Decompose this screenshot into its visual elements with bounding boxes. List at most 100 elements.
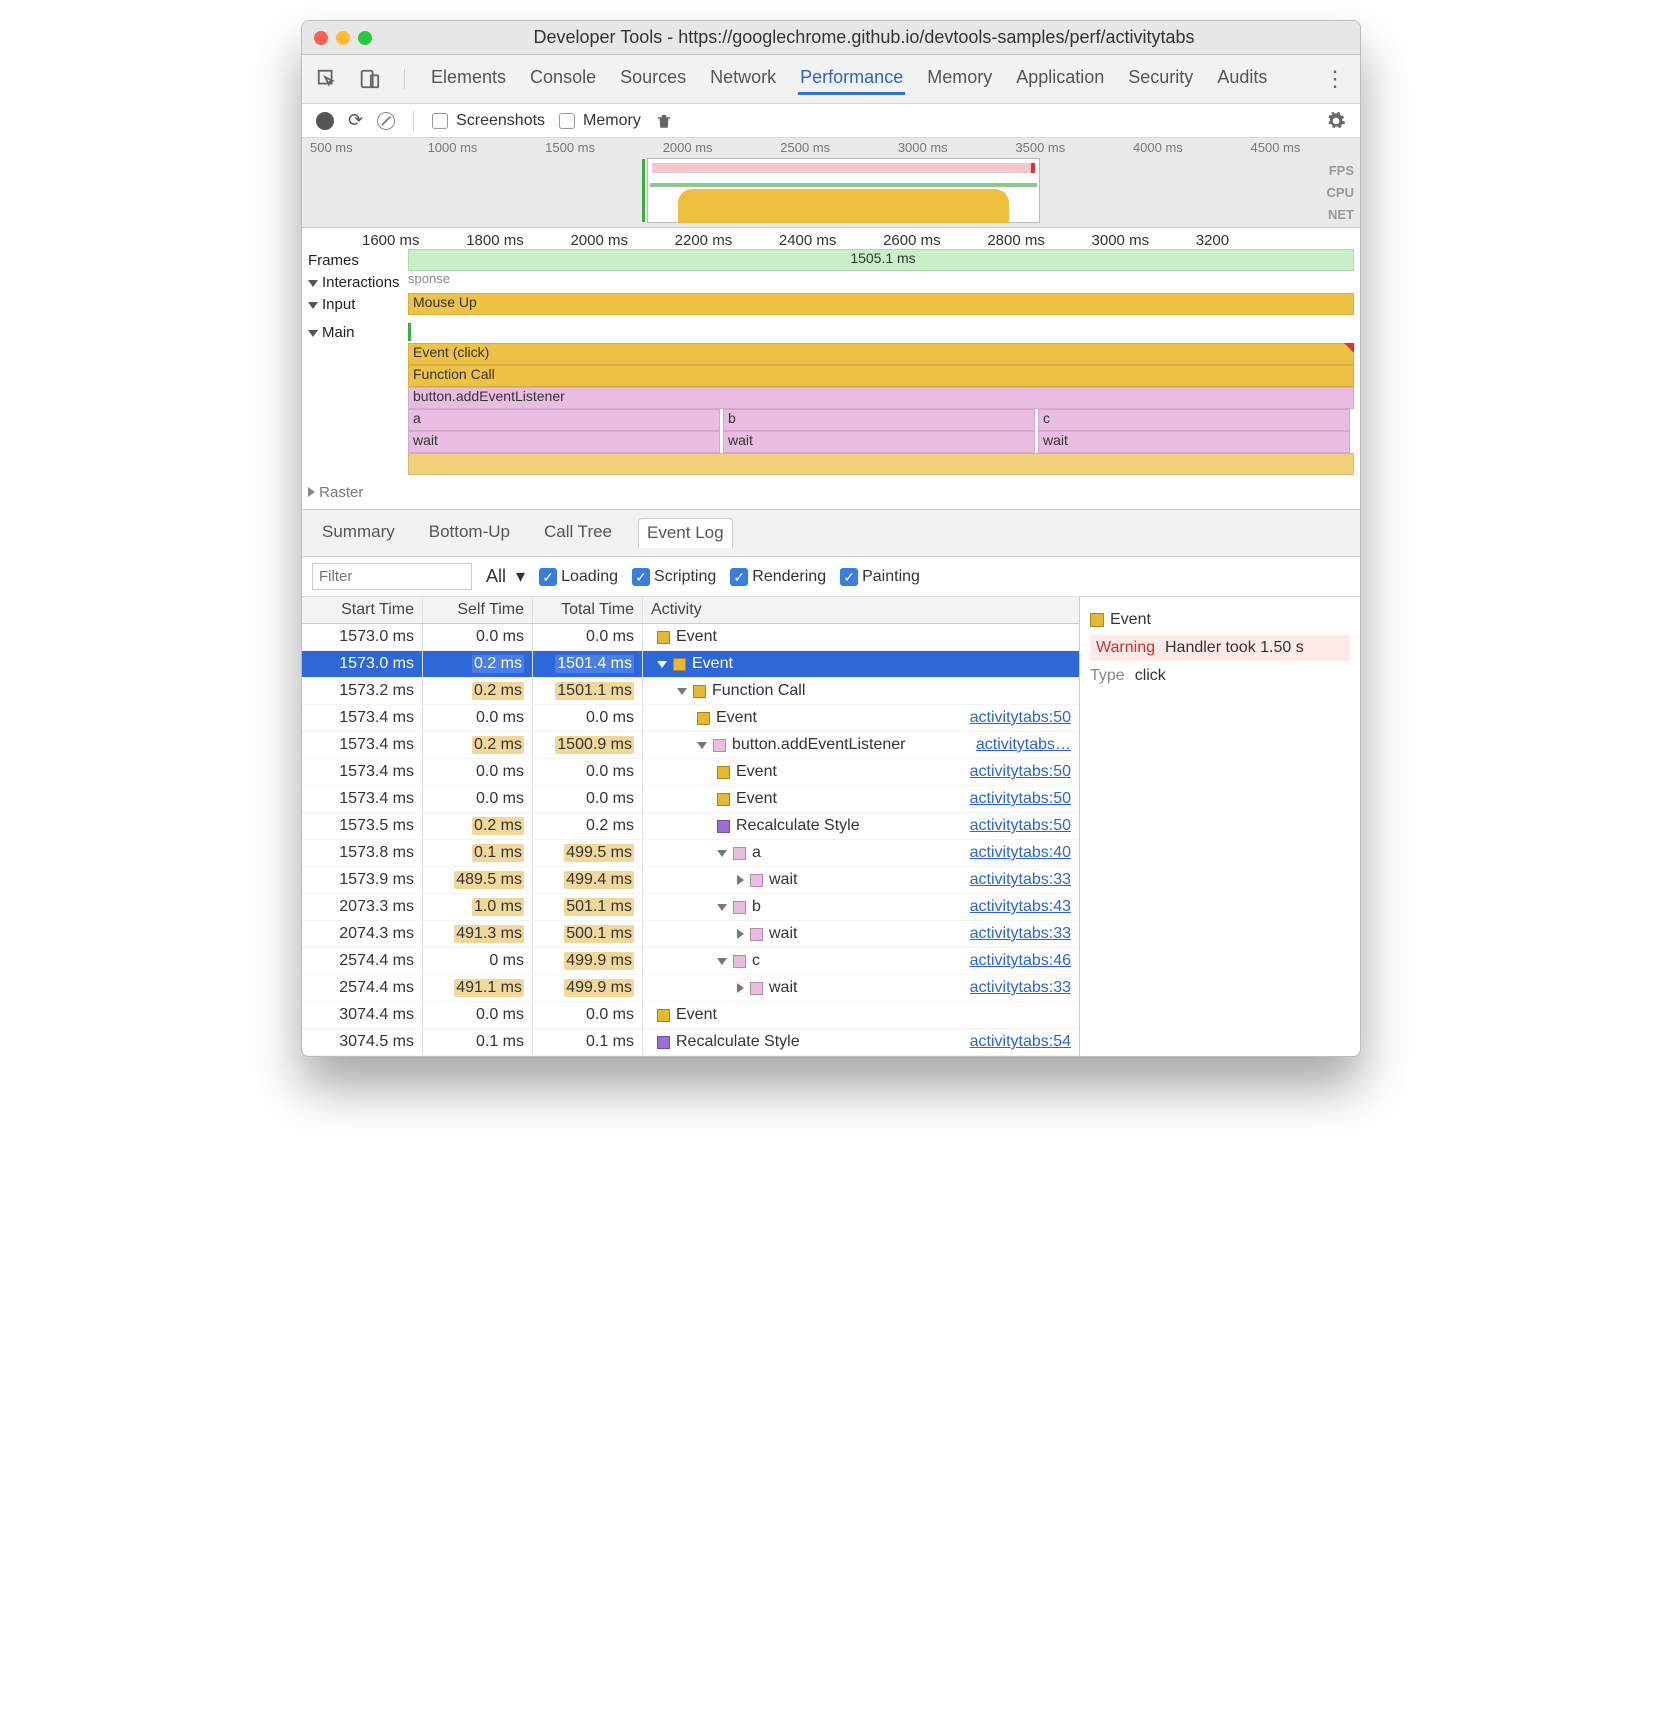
source-link[interactable]: activitytabs:40 — [970, 844, 1071, 861]
timeline-tick: 3000 ms — [1092, 232, 1196, 249]
tab-memory[interactable]: Memory — [925, 63, 994, 95]
wait-bar[interactable]: wait — [1038, 431, 1350, 453]
filter-bar: All ▾ ✓Loading ✓Scripting ✓Rendering ✓Paint… — [302, 557, 1360, 597]
log-row[interactable]: 2574.4 ms0 ms499.9 ms cactivitytabs:46 — [302, 948, 1079, 975]
kebab-menu-icon[interactable]: ⋮ — [1324, 66, 1346, 92]
detail-tab-bottom-up[interactable]: Bottom-Up — [421, 518, 518, 548]
timeline-tick: 2000 ms — [570, 232, 674, 249]
col-total-header[interactable]: Total Time — [532, 597, 642, 623]
overview-selection[interactable] — [647, 158, 1040, 223]
clear-button[interactable] — [377, 112, 395, 130]
log-row[interactable]: 2574.4 ms491.1 ms499.9 ms waitactivityta… — [302, 975, 1079, 1002]
detail-tab-summary[interactable]: Summary — [314, 518, 403, 548]
source-link[interactable]: activitytabs… — [976, 736, 1071, 753]
log-row[interactable]: 1573.4 ms0.0 ms0.0 ms Eventactivitytabs:… — [302, 786, 1079, 813]
flame-chart[interactable]: Frames 1505.1 ms Interactions sponse Inp… — [302, 249, 1360, 510]
trash-icon[interactable] — [655, 112, 673, 130]
overview-cpu-fill — [678, 189, 1009, 223]
input-track-label[interactable]: Input — [308, 296, 408, 313]
frame-bar[interactable]: 1505.1 ms — [408, 249, 1354, 271]
event-click-bar[interactable]: Event (click) — [408, 343, 1354, 365]
source-link[interactable]: activitytabs:46 — [970, 952, 1071, 969]
settings-gear-icon[interactable] — [1326, 111, 1346, 131]
log-row[interactable]: 1573.4 ms0.0 ms0.0 ms Eventactivitytabs:… — [302, 705, 1079, 732]
interactions-track-label[interactable]: Interactions — [308, 274, 408, 291]
detail-tab-call-tree[interactable]: Call Tree — [536, 518, 620, 548]
log-row[interactable]: 3074.5 ms0.1 ms0.1 ms Recalculate Stylea… — [302, 1029, 1079, 1056]
col-self-header[interactable]: Self Time — [422, 597, 532, 623]
tab-security[interactable]: Security — [1126, 63, 1195, 95]
tab-network[interactable]: Network — [708, 63, 778, 95]
function-call-bar[interactable]: Function Call — [408, 365, 1354, 387]
record-button[interactable] — [316, 112, 334, 130]
filter-rendering-checkbox[interactable]: ✓Rendering — [730, 568, 826, 586]
wait-bar[interactable]: wait — [408, 431, 720, 453]
overview-tick: 4500 ms — [1243, 140, 1361, 155]
filter-input[interactable] — [312, 563, 472, 590]
add-listener-bar[interactable]: button.addEventListener — [408, 387, 1354, 409]
log-row[interactable]: 1573.0 ms0.0 ms0.0 ms Event — [302, 624, 1079, 651]
log-row[interactable]: 1573.0 ms0.2 ms1501.4 ms Event — [302, 651, 1079, 678]
event-details-pane: Event WarningHandler took 1.50 s Typecli… — [1080, 597, 1360, 1056]
overview-minimap[interactable]: 500 ms1000 ms1500 ms2000 ms2500 ms3000 m… — [302, 138, 1360, 228]
source-link[interactable]: activitytabs:33 — [970, 871, 1071, 888]
titlebar: Developer Tools - https://googlechrome.g… — [302, 21, 1360, 55]
tab-audits[interactable]: Audits — [1215, 63, 1269, 95]
window-title: Developer Tools - https://googlechrome.g… — [380, 27, 1348, 48]
tab-sources[interactable]: Sources — [618, 63, 688, 95]
divider — [413, 111, 414, 131]
tab-elements[interactable]: Elements — [429, 63, 508, 95]
source-link[interactable]: activitytabs:33 — [970, 925, 1071, 942]
input-bar[interactable]: Mouse Up — [408, 293, 1354, 315]
warning-text: Handler took 1.50 s — [1165, 639, 1304, 656]
filter-scripting-checkbox[interactable]: ✓Scripting — [632, 568, 716, 586]
event-color-swatch — [1090, 613, 1104, 627]
devtools-window: Developer Tools - https://googlechrome.g… — [301, 20, 1361, 1057]
col-activity-header[interactable]: Activity — [642, 597, 1079, 623]
event-log-table[interactable]: Start Time Self Time Total Time Activity… — [302, 597, 1080, 1056]
source-link[interactable]: activitytabs:50 — [970, 790, 1071, 807]
fn-c-bar[interactable]: c — [1038, 409, 1350, 431]
tab-application[interactable]: Application — [1014, 63, 1106, 95]
log-row[interactable]: 1573.9 ms489.5 ms499.4 ms waitactivityta… — [302, 867, 1079, 894]
source-link[interactable]: activitytabs:33 — [970, 979, 1071, 996]
log-row[interactable]: 1573.4 ms0.0 ms0.0 ms Eventactivitytabs:… — [302, 759, 1079, 786]
filter-painting-checkbox[interactable]: ✓Painting — [840, 568, 920, 586]
reload-button[interactable]: ⟳ — [348, 110, 363, 131]
overview-metric-label: NET — [1327, 204, 1354, 226]
log-row[interactable]: 1573.2 ms0.2 ms1501.1 ms Function Call — [302, 678, 1079, 705]
overview-metric-label: FPS — [1327, 160, 1354, 182]
overview-tick: 2000 ms — [655, 140, 773, 155]
source-link[interactable]: activitytabs:50 — [970, 709, 1071, 726]
category-all-dropdown[interactable]: All ▾ — [486, 566, 525, 587]
raster-track-label[interactable]: Raster — [308, 484, 408, 501]
traffic-minimize[interactable] — [336, 31, 350, 45]
log-row[interactable]: 1573.8 ms0.1 ms499.5 ms aactivitytabs:40 — [302, 840, 1079, 867]
detail-tab-event-log[interactable]: Event Log — [638, 518, 733, 548]
log-row[interactable]: 1573.5 ms0.2 ms0.2 ms Recalculate Stylea… — [302, 813, 1079, 840]
fn-b-bar[interactable]: b — [723, 409, 1035, 431]
inspect-icon[interactable] — [316, 68, 338, 90]
traffic-close[interactable] — [314, 31, 328, 45]
warning-label: Warning — [1096, 639, 1155, 656]
wait-bar[interactable]: wait — [723, 431, 1035, 453]
memory-checkbox[interactable]: Memory — [559, 112, 641, 130]
minor-gc-bar[interactable] — [408, 453, 1354, 475]
tab-console[interactable]: Console — [528, 63, 598, 95]
source-link[interactable]: activitytabs:54 — [970, 1033, 1071, 1050]
device-icon[interactable] — [358, 68, 380, 90]
fn-a-bar[interactable]: a — [408, 409, 720, 431]
main-track-label[interactable]: Main — [308, 324, 408, 341]
traffic-maximize[interactable] — [358, 31, 372, 45]
source-link[interactable]: activitytabs:50 — [970, 817, 1071, 834]
col-start-header[interactable]: Start Time — [302, 597, 422, 623]
log-row[interactable]: 3074.4 ms0.0 ms0.0 ms Event — [302, 1002, 1079, 1029]
tab-performance[interactable]: Performance — [798, 63, 905, 95]
log-row[interactable]: 2074.3 ms491.3 ms500.1 ms waitactivityta… — [302, 921, 1079, 948]
log-row[interactable]: 1573.4 ms0.2 ms1500.9 ms button.addEvent… — [302, 732, 1079, 759]
filter-loading-checkbox[interactable]: ✓Loading — [539, 568, 618, 586]
screenshots-checkbox[interactable]: Screenshots — [432, 112, 545, 130]
log-row[interactable]: 2073.3 ms1.0 ms501.1 ms bactivitytabs:43 — [302, 894, 1079, 921]
source-link[interactable]: activitytabs:43 — [970, 898, 1071, 915]
source-link[interactable]: activitytabs:50 — [970, 763, 1071, 780]
